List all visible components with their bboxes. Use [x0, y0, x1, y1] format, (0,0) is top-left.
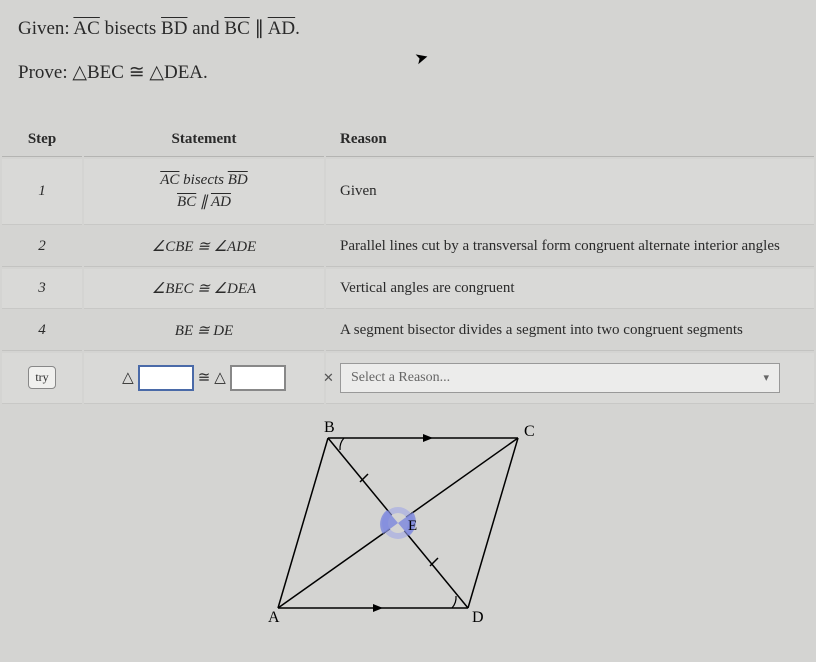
seg: BD — [228, 172, 248, 188]
triangle-symbol-icon: △ — [122, 368, 134, 387]
prove-prefix: Prove: — [18, 62, 72, 83]
given-statement: Given: AC bisects BD and BC ∥ AD. — [18, 14, 798, 44]
reason-placeholder: Select a Reason... — [351, 370, 450, 386]
input-row: try △ ≅ △ ✕ Select a Reason... ▾ — [2, 353, 814, 404]
label-E: E — [408, 518, 417, 534]
problem-header: Given: AC bisects BD and BC ∥ AD. Prove:… — [0, 0, 816, 99]
try-button[interactable]: try — [28, 366, 55, 389]
congruent-symbol: ≅ — [124, 62, 149, 83]
step-number: 4 — [2, 311, 82, 351]
text-and: and — [187, 18, 224, 39]
label-D: D — [472, 609, 484, 626]
table-row: 4 BE ≅ DE A segment bisector divides a s… — [2, 311, 814, 351]
reason-select[interactable]: ✕ Select a Reason... ▾ — [340, 363, 780, 393]
geometry-figure: B C D A E — [0, 418, 816, 643]
triangle-congruence-input: △ ≅ △ — [122, 365, 286, 391]
seg: AC — [160, 172, 179, 188]
table-row: 2 ∠CBE ≅ ∠ADE Parallel lines cut by a tr… — [2, 227, 814, 267]
segment-BD: BD — [161, 18, 187, 39]
header-reason: Reason — [326, 123, 814, 157]
given-prefix: Given: — [18, 18, 73, 39]
seg-cong: BE ≅ DE — [175, 323, 233, 339]
step-number: 3 — [2, 269, 82, 309]
parallel-symbol: ∥ — [250, 18, 268, 39]
txt: ∥ — [196, 194, 211, 210]
statement-cell: ∠BEC ≅ ∠DEA — [84, 269, 324, 309]
triangle-1-input[interactable] — [138, 365, 194, 391]
seg: AD — [211, 194, 231, 210]
reason-cell: Given — [326, 159, 814, 225]
label-B: B — [324, 419, 335, 436]
header-step: Step — [2, 123, 82, 157]
given-end: . — [295, 18, 300, 39]
segment-AD: AD — [268, 18, 295, 39]
statement-cell: BE ≅ DE — [84, 311, 324, 351]
reason-cell: Parallel lines cut by a transversal form… — [326, 227, 814, 267]
segment-BC: BC — [224, 18, 249, 39]
congruent-symbol-icon: ≅ — [198, 368, 211, 387]
label-A: A — [268, 609, 280, 626]
prove-end: . — [203, 62, 208, 83]
prove-statement: Prove: △BEC ≅ △DEA. — [18, 58, 798, 88]
seg: BC — [177, 194, 196, 210]
table-row: 3 ∠BEC ≅ ∠DEA Vertical angles are congru… — [2, 269, 814, 309]
triangle-symbol-icon: △ — [214, 368, 226, 387]
table-row: 1 AC bisects BD BC ∥ AD Given — [2, 159, 814, 225]
statement-cell: AC bisects BD BC ∥ AD — [84, 159, 324, 225]
step-number: 1 — [2, 159, 82, 225]
statement-cell: ∠CBE ≅ ∠ADE — [84, 227, 324, 267]
reason-cell: A segment bisector divides a segment int… — [326, 311, 814, 351]
triangle-BEC: △BEC — [72, 62, 124, 83]
label-C: C — [524, 423, 535, 440]
text-bisects: bisects — [100, 18, 161, 39]
chevron-down-icon: ▾ — [763, 371, 769, 384]
txt: bisects — [179, 172, 227, 188]
triangle-DEA: △DEA — [149, 62, 203, 83]
triangle-2-input[interactable] — [230, 365, 286, 391]
header-statement: Statement — [84, 123, 324, 157]
segment-AC: AC — [73, 18, 99, 39]
reason-cell: Vertical angles are congruent — [326, 269, 814, 309]
close-icon[interactable]: ✕ — [323, 370, 334, 386]
proof-table: Step Statement Reason 1 AC bisects BD BC… — [0, 121, 816, 406]
step-number: 2 — [2, 227, 82, 267]
